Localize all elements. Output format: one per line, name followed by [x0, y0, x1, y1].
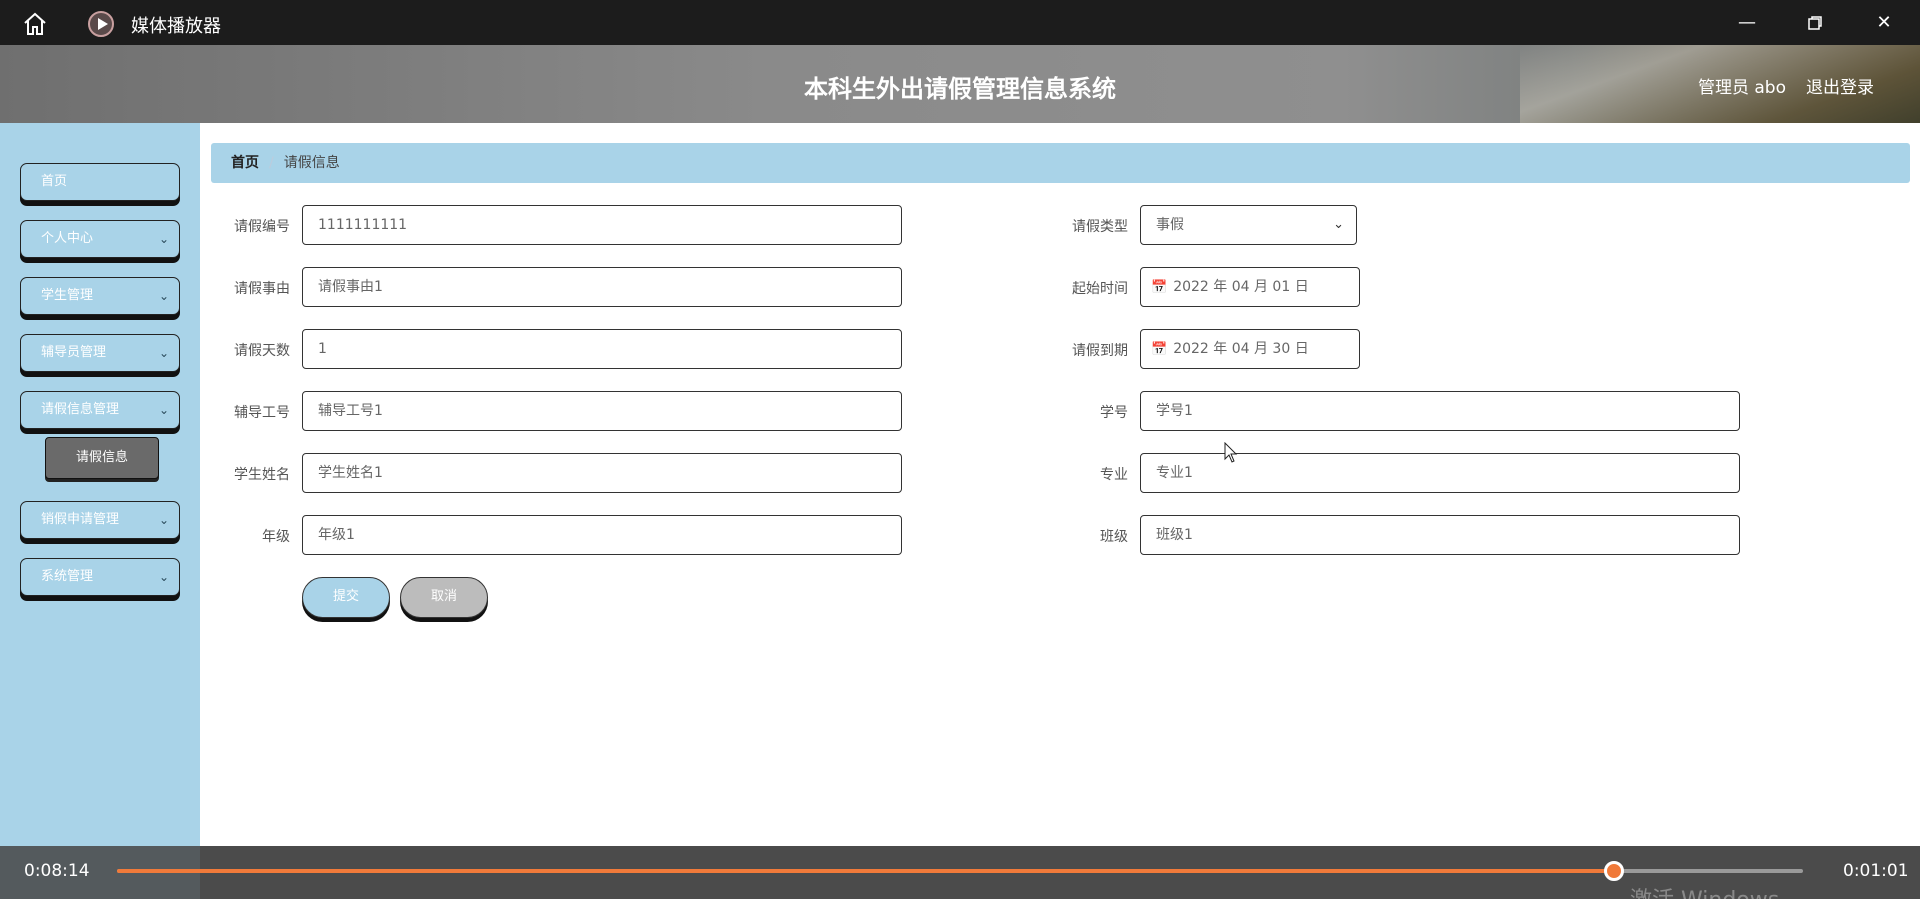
seek-bar[interactable]	[117, 861, 1803, 881]
start-time-datepicker[interactable]: 📅 2022 年 04 月 01 日	[1140, 267, 1360, 307]
leave-days-input[interactable]: 1	[302, 329, 902, 369]
leave-type-value: 事假	[1156, 217, 1184, 233]
sidebar-item-personal-center[interactable]: 个人中心 ⌄	[20, 220, 180, 258]
sidebar-item-label: 辅导员管理	[41, 345, 107, 360]
window-title: 媒体播放器	[131, 16, 221, 37]
leave-type-label: 请假类型	[1072, 219, 1128, 235]
leave-no-input[interactable]: 1111111111	[302, 205, 902, 245]
breadcrumb-home[interactable]: 首页	[231, 155, 259, 171]
student-name-input[interactable]: 学生姓名1	[302, 453, 902, 493]
chevron-down-icon: ⌄	[158, 570, 169, 584]
sidebar-item-label: 请假信息管理	[41, 402, 120, 417]
student-no-input[interactable]: 学号1	[1140, 391, 1740, 431]
player-titlebar: 媒体播放器 — ✕	[0, 0, 1920, 45]
grade-label: 年级	[262, 529, 290, 545]
sidebar-item-label: 学生管理	[41, 288, 94, 303]
chevron-down-icon: ⌄	[1333, 217, 1344, 232]
activate-windows-watermark: 激活 Windows	[1630, 882, 1779, 899]
sidebar-item-system-management[interactable]: 系统管理 ⌄	[20, 558, 180, 596]
leave-reason-input[interactable]: 请假事由1	[302, 267, 902, 307]
leave-type-select[interactable]: 事假 ⌄	[1140, 205, 1357, 245]
class-label: 班级	[1100, 529, 1128, 545]
breadcrumb-current: 请假信息	[283, 155, 340, 171]
chevron-down-icon: ⌄	[158, 513, 169, 527]
student-no-label: 学号	[1100, 405, 1128, 421]
app-header: 本科生外出请假管理信息系统 管理员 abo 退出登录	[0, 45, 1920, 123]
cancel-button[interactable]: 取消	[400, 577, 488, 618]
end-time-label: 请假到期	[1072, 343, 1128, 359]
seek-bar-progress	[117, 869, 1615, 873]
chevron-down-icon: ⌄	[158, 232, 169, 246]
leave-no-label: 请假编号	[234, 219, 290, 235]
sidebar-item-leave-management[interactable]: 请假信息管理 ⌄	[20, 391, 180, 429]
sidebar-item-label: 个人中心	[41, 231, 94, 246]
breadcrumb: 首页 / 请假信息	[211, 143, 1910, 183]
logout-link[interactable]: 退出登录	[1806, 73, 1874, 98]
submit-button[interactable]: 提交	[302, 577, 390, 618]
sidebar-item-home[interactable]: 首页	[20, 163, 180, 201]
system-title: 本科生外出请假管理信息系统	[804, 75, 1116, 103]
home-icon[interactable]	[22, 12, 48, 36]
sidebar-item-student-management[interactable]: 学生管理 ⌄	[20, 277, 180, 315]
class-input[interactable]: 班级1	[1140, 515, 1740, 555]
sidebar-item-cancel-leave-management[interactable]: 销假申请管理 ⌄	[20, 501, 180, 539]
breadcrumb-separator: /	[269, 155, 274, 171]
chevron-down-icon: ⌄	[158, 346, 169, 360]
close-icon[interactable]: ✕	[1871, 10, 1897, 36]
chevron-down-icon: ⌄	[158, 403, 169, 417]
media-player-icon	[88, 11, 114, 37]
student-name-label: 学生姓名	[234, 467, 290, 483]
mouse-cursor-icon	[1224, 442, 1238, 463]
current-user: 管理员 abo	[1697, 78, 1786, 98]
sidebar-item-counselor-management[interactable]: 辅导员管理 ⌄	[20, 334, 180, 372]
restore-icon[interactable]	[1802, 10, 1828, 36]
end-time-datepicker[interactable]: 📅 2022 年 04 月 30 日	[1140, 329, 1360, 369]
end-time-value: 2022 年 04 月 30 日	[1173, 341, 1309, 357]
sidebar-item-label: 首页	[41, 174, 68, 189]
start-time-label: 起始时间	[1072, 281, 1128, 297]
calendar-icon: 📅	[1151, 280, 1168, 295]
sidebar-item-label: 系统管理	[41, 569, 94, 584]
sidebar-subitem-leave-info[interactable]: 请假信息	[45, 437, 159, 479]
elapsed-time: 0:08:14	[24, 861, 90, 881]
leave-reason-label: 请假事由	[234, 281, 290, 297]
remaining-time: 0:01:01	[1843, 861, 1909, 881]
major-label: 专业	[1100, 467, 1128, 483]
player-controls: 0:08:14 0:01:01 激活 Windows	[0, 846, 1920, 899]
start-time-value: 2022 年 04 月 01 日	[1173, 279, 1309, 295]
minimize-icon[interactable]: —	[1734, 10, 1760, 36]
calendar-icon: 📅	[1151, 342, 1168, 357]
counselor-no-input[interactable]: 辅导工号1	[302, 391, 902, 431]
leave-days-label: 请假天数	[234, 343, 290, 359]
seek-bar-thumb[interactable]	[1604, 861, 1625, 881]
sidebar-item-label: 销假申请管理	[41, 512, 120, 527]
counselor-no-label: 辅导工号	[234, 405, 290, 421]
chevron-down-icon: ⌄	[158, 289, 169, 303]
grade-input[interactable]: 年级1	[302, 515, 902, 555]
